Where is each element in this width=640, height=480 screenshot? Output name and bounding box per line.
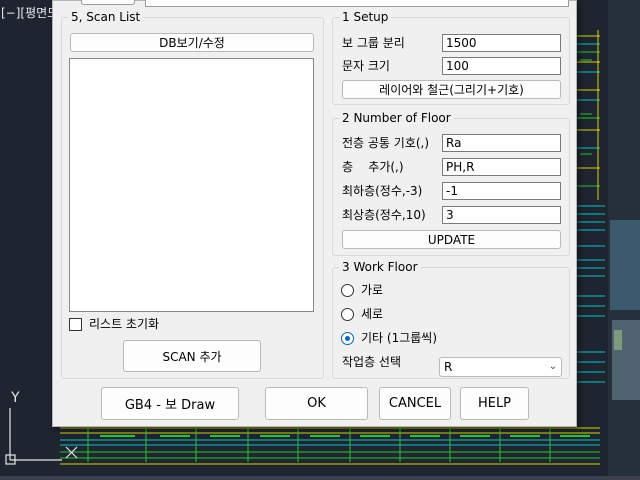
radio-horizontal-label[interactable]: 가로 xyxy=(361,282,383,298)
ok-button[interactable]: OK xyxy=(265,387,368,420)
viewport-label[interactable]: [−][평면도 xyxy=(1,4,58,21)
gb4-draw-button[interactable]: GB4 - 보 Draw xyxy=(101,387,239,420)
text-size-label: 문자 크기 xyxy=(342,59,390,73)
add-floor-input[interactable]: PH,R xyxy=(442,158,561,176)
radio-vertical-label[interactable]: 세로 xyxy=(361,306,383,322)
work-floor-title: 3 Work Floor xyxy=(339,260,421,274)
group-split-label: 보 그룹 분리 xyxy=(342,36,405,50)
cad-image-strip xyxy=(608,0,640,480)
setup-title: 1 Setup xyxy=(339,10,392,24)
work-floor-select[interactable]: R ⌄ xyxy=(439,357,562,377)
cancel-button[interactable]: CANCEL xyxy=(379,387,451,420)
dialog-top-tab[interactable] xyxy=(81,0,135,5)
lowest-floor-label: 최하층(정수,-3) xyxy=(342,184,423,198)
lowest-floor-input[interactable]: -1 xyxy=(442,182,561,200)
layer-rebar-button[interactable]: 레이어와 철근(그리기+기호) xyxy=(342,80,561,99)
floor-count-title: 2 Number of Floor xyxy=(339,111,454,125)
highest-floor-input[interactable]: 3 xyxy=(442,206,561,224)
reset-list-label[interactable]: 리스트 초기화 xyxy=(89,316,159,332)
group-split-input[interactable]: 1500 xyxy=(442,34,561,52)
common-symbol-label: 전층 공통 기호(,) xyxy=(342,136,430,150)
dialog-top-field[interactable] xyxy=(145,0,569,7)
db-view-edit-button[interactable]: DB보기/수정 xyxy=(70,33,314,52)
work-floor-select-value: R xyxy=(444,360,453,374)
common-symbol-input[interactable]: Ra xyxy=(442,134,561,152)
cad-status-strip xyxy=(0,476,640,480)
radio-vertical[interactable] xyxy=(341,308,354,321)
add-floor-label: 층 추가(,) xyxy=(342,160,404,174)
work-floor-select-label: 작업층 선택 xyxy=(342,355,402,369)
scan-listbox[interactable] xyxy=(69,58,314,312)
radio-horizontal[interactable] xyxy=(341,284,354,297)
scan-add-button[interactable]: SCAN 추가 xyxy=(123,340,261,372)
gb4-dialog: 5, Scan List DB보기/수정 리스트 초기화 SCAN 추가 1 S… xyxy=(52,0,577,427)
update-button[interactable]: UPDATE xyxy=(342,230,561,249)
text-size-input[interactable]: 100 xyxy=(442,57,561,75)
scan-list-title: 5, Scan List xyxy=(68,10,144,24)
ucs-y-axis-label: Y xyxy=(11,390,20,406)
reset-list-checkbox[interactable] xyxy=(69,318,82,331)
radio-other-group-label[interactable]: 기타 (1그룹씩) xyxy=(361,330,437,346)
chevron-down-icon: ⌄ xyxy=(548,361,557,372)
help-button[interactable]: HELP xyxy=(460,387,529,420)
radio-other-group[interactable] xyxy=(341,332,354,345)
highest-floor-label: 최상층(정수,10) xyxy=(342,208,426,222)
